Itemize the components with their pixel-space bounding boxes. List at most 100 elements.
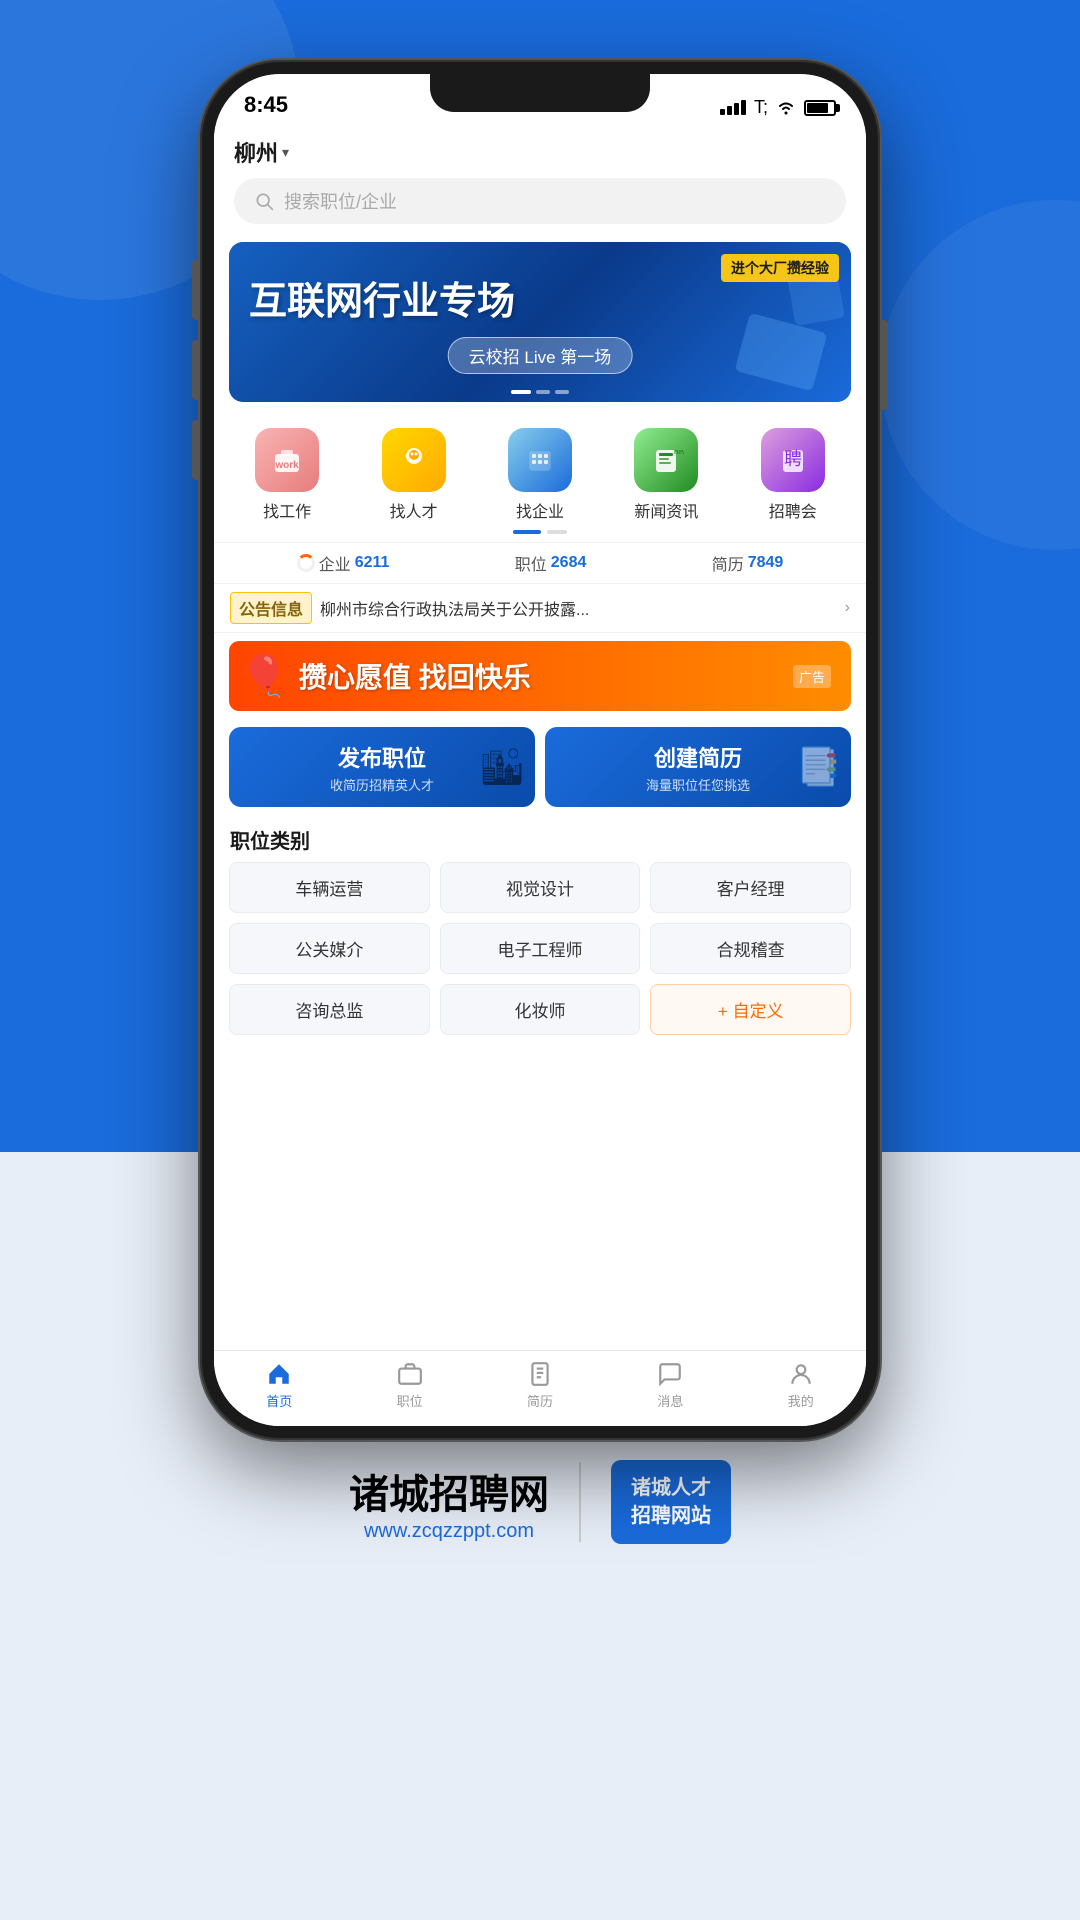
city-selector[interactable]: 柳州 ▾ <box>234 136 846 168</box>
tab-messages-label: 消息 <box>657 1391 683 1410</box>
category-custom[interactable]: + 自定义 <box>650 984 851 1035</box>
city-name: 柳州 <box>234 136 278 168</box>
tab-profile-label: 我的 <box>788 1391 814 1410</box>
stat-company: 企业 6211 <box>297 551 390 575</box>
banner-dots <box>511 390 569 394</box>
category-item[interactable]: 视觉设计 <box>440 862 641 913</box>
signal-icon <box>720 100 746 115</box>
tab-profile[interactable]: 我的 <box>788 1361 814 1410</box>
resume-icon <box>527 1361 553 1387</box>
resume-subtitle: 海量职位任您挑选 <box>646 775 750 794</box>
status-icons: T; <box>720 97 836 118</box>
post-subtitle: 收简历招精英人才 <box>330 775 434 794</box>
recruit-label: 招聘会 <box>769 498 817 522</box>
create-resume-button[interactable]: 📑 创建简历 海量职位任您挑选 <box>545 727 851 807</box>
resume-decoration: 📑 <box>796 746 841 788</box>
chevron-down-icon: ▾ <box>282 144 289 161</box>
phone-mockup: 8:45 T; <box>200 60 880 1440</box>
spinner-icon <box>297 554 315 572</box>
category-grid: 车辆运营 视觉设计 客户经理 公关媒介 电子工程师 合规稽查 咨询总监 化妆师 … <box>214 862 866 1045</box>
ad-banner[interactable]: 🎈 攒心愿值 找回快乐 广告 <box>229 641 851 711</box>
talent-label: 找人才 <box>390 498 438 522</box>
company-label: 企业 <box>319 551 351 575</box>
notice-bar[interactable]: 公告信息 柳州市综合行政执法局关于公开披露... › <box>214 584 866 633</box>
jobs-label: 职位 <box>515 551 547 575</box>
news-icon-box: new <box>634 428 698 492</box>
quick-icons: work 找工作 找人才 找企业 <box>214 412 866 530</box>
header: 柳州 ▾ 搜索职位/企业 <box>214 126 866 232</box>
home-icon <box>266 1361 292 1387</box>
banner[interactable]: 进个大厂攒经验 互联网行业专场 云校招 Live 第一场 <box>229 242 851 402</box>
messages-icon <box>657 1361 683 1387</box>
search-placeholder: 搜索职位/企业 <box>284 188 397 214</box>
brand-url: www.zcqzzppt.com <box>349 1520 549 1543</box>
tab-messages[interactable]: 消息 <box>657 1361 683 1410</box>
quick-icon-work[interactable]: work 找工作 <box>255 428 319 522</box>
brand-name: 诸城招聘网 <box>349 1462 549 1520</box>
svg-text:new: new <box>674 449 684 456</box>
brand-name-part1: 诸城 <box>349 1473 429 1517</box>
search-icon <box>254 191 274 211</box>
svg-text:work: work <box>275 460 300 471</box>
battery-icon <box>804 100 836 116</box>
category-item[interactable]: 车辆运营 <box>229 862 430 913</box>
tab-home[interactable]: 首页 <box>266 1361 292 1410</box>
jobs-icon <box>397 1361 423 1387</box>
tab-bar: 首页 职位 简历 消息 <box>214 1350 866 1426</box>
page-dot-1 <box>513 530 541 534</box>
category-item[interactable]: 客户经理 <box>650 862 851 913</box>
stat-jobs: 职位 2684 <box>515 551 587 575</box>
notice-tag: 公告信息 <box>230 592 312 624</box>
quick-icon-news[interactable]: new 新闻资讯 <box>634 428 698 522</box>
brand-left: 诸城招聘网 www.zcqzzppt.com <box>349 1462 549 1543</box>
page-dot-2 <box>547 530 567 534</box>
notice-text: 柳州市综合行政执法局关于公开披露... <box>320 596 837 620</box>
resume-title: 创建简历 <box>654 741 742 773</box>
work-label: 找工作 <box>263 498 311 522</box>
profile-icon <box>788 1361 814 1387</box>
wifi-icon <box>776 100 796 115</box>
tab-home-label: 首页 <box>266 1391 292 1410</box>
stats-bar: 企业 6211 职位 2684 简历 7849 <box>214 542 866 584</box>
post-decoration: 🏙 <box>479 746 525 788</box>
post-title: 发布职位 <box>338 741 426 773</box>
company-value: 6211 <box>355 554 390 572</box>
tab-jobs[interactable]: 职位 <box>397 1361 423 1410</box>
company-label: 找企业 <box>516 498 564 522</box>
banner-subtitle: 云校招 Live 第一场 <box>448 337 633 374</box>
category-item[interactable]: 合规稽查 <box>650 923 851 974</box>
talent-icon-box <box>382 428 446 492</box>
category-item[interactable]: 公关媒介 <box>229 923 430 974</box>
page-dots <box>214 530 866 542</box>
banner-title: 互联网行业专场 <box>249 270 515 325</box>
tab-jobs-label: 职位 <box>397 1391 423 1410</box>
notch <box>430 74 650 112</box>
quick-icon-company[interactable]: 找企业 <box>508 428 572 522</box>
resumes-label: 简历 <box>712 551 744 575</box>
svg-text:聘: 聘 <box>784 449 802 469</box>
quick-icon-talent[interactable]: 找人才 <box>382 428 446 522</box>
status-time: 8:45 <box>244 92 288 118</box>
wifi-icon: T; <box>754 97 768 118</box>
bottom-branding: 诸城招聘网 www.zcqzzppt.com 诸城人才招聘网站 <box>349 1460 731 1544</box>
work-icon-box: work <box>255 428 319 492</box>
action-buttons: 🏙 发布职位 收简历招精英人才 📑 创建简历 海量职位任您挑选 <box>214 719 866 815</box>
category-section-title: 职位类别 <box>214 815 866 862</box>
post-job-button[interactable]: 🏙 发布职位 收简历招精英人才 <box>229 727 535 807</box>
stat-resumes: 简历 7849 <box>712 551 784 575</box>
ad-label: 广告 <box>793 665 831 688</box>
brand-name-part2: 招聘网 <box>429 1473 549 1517</box>
category-item[interactable]: 电子工程师 <box>440 923 641 974</box>
ad-decoration: 🎈 <box>239 653 289 700</box>
quick-icon-recruit[interactable]: 聘 招聘会 <box>761 428 825 522</box>
tab-resume[interactable]: 简历 <box>527 1361 553 1410</box>
search-bar[interactable]: 搜索职位/企业 <box>234 178 846 224</box>
phone-screen: 8:45 T; <box>214 74 866 1426</box>
brand-divider <box>579 1462 581 1542</box>
ad-text: 攒心愿值 找回快乐 <box>299 656 531 696</box>
company-icon-box <box>508 428 572 492</box>
news-label: 新闻资讯 <box>634 498 698 522</box>
notice-arrow-icon: › <box>845 599 850 617</box>
category-item[interactable]: 咨询总监 <box>229 984 430 1035</box>
category-item[interactable]: 化妆师 <box>440 984 641 1035</box>
